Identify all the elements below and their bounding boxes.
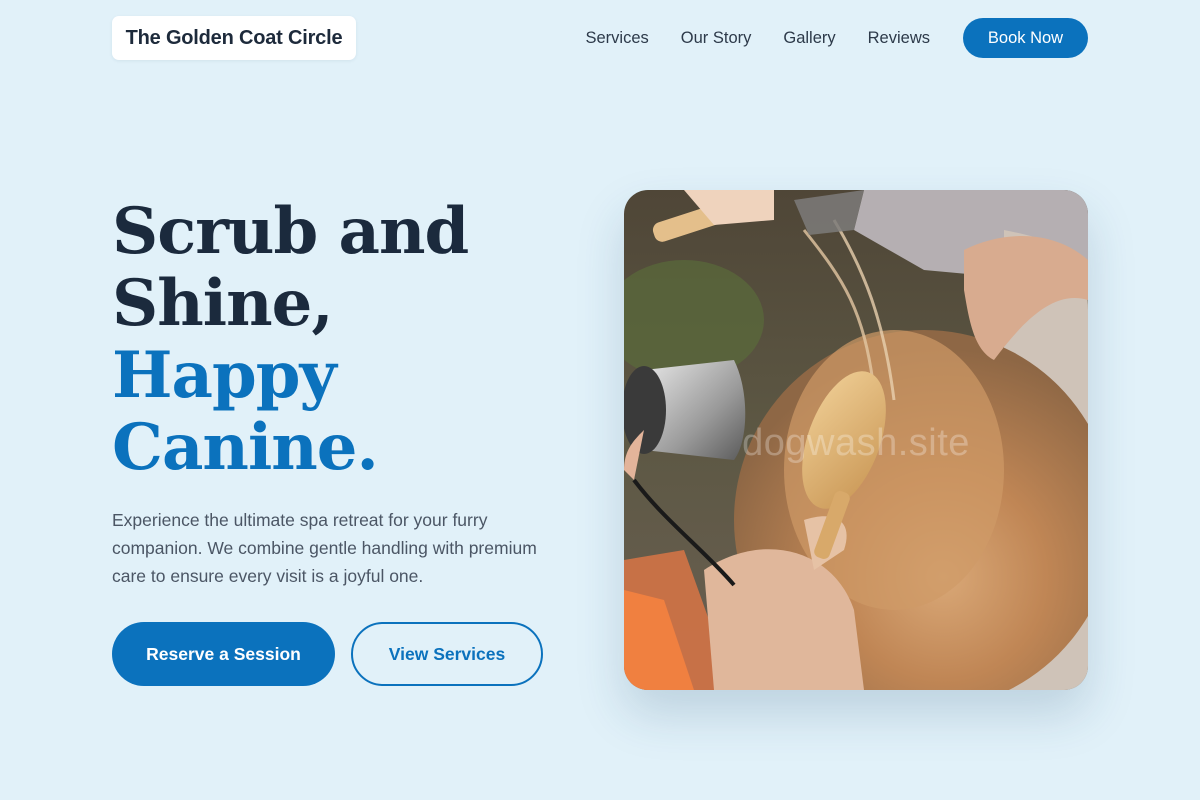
nav-link-our-story[interactable]: Our Story [681, 29, 752, 48]
book-now-button[interactable]: Book Now [963, 18, 1088, 58]
main-nav: Services Our Story Gallery Reviews Book … [585, 18, 1088, 58]
hero-title-accent-2: Canine. [112, 410, 379, 485]
hero-title-line-2: Shine, [112, 266, 334, 341]
view-services-button[interactable]: View Services [351, 622, 543, 686]
hero-description: Experience the ultimate spa retreat for … [112, 510, 537, 586]
hero-image-dog-grooming: dogwash.site [624, 190, 1088, 690]
hero-title: Scrub and Shine, Happy Canine. [112, 196, 572, 484]
nav-link-reviews[interactable]: Reviews [868, 29, 930, 48]
dog-grooming-photo [624, 190, 1088, 690]
nav-link-gallery[interactable]: Gallery [783, 29, 835, 48]
hero-title-line-1: Scrub and [112, 194, 469, 269]
site-logo[interactable]: The Golden Coat Circle [112, 16, 356, 60]
nav-link-services[interactable]: Services [585, 29, 648, 48]
reserve-session-button[interactable]: Reserve a Session [112, 622, 335, 686]
hero-title-accent-1: Happy [112, 338, 337, 413]
